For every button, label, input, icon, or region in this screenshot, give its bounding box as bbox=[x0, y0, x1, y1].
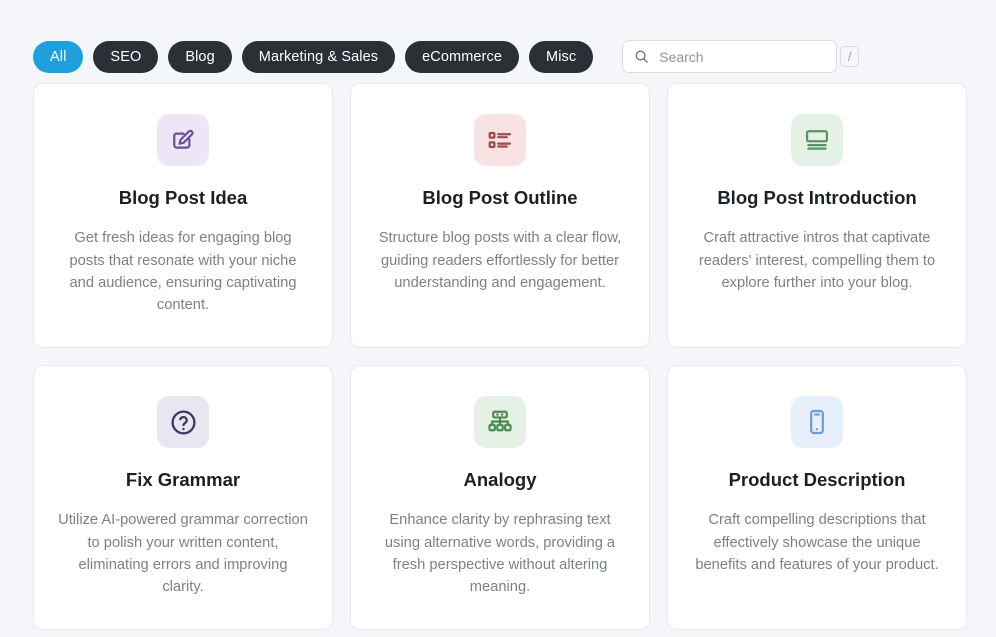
mobile-phone-icon bbox=[791, 396, 843, 448]
prompt-card-grid: Blog Post Idea Get fresh ideas for engagi… bbox=[0, 83, 996, 630]
prompt-card[interactable]: Blog Post Idea Get fresh ideas for engagi… bbox=[33, 83, 333, 348]
prompt-card-title: Product Description bbox=[728, 469, 906, 490]
filter-toolbar: All SEO Blog Marketing & Sales eCommerce Misc… bbox=[0, 0, 996, 83]
search-shortcut-badge: / bbox=[840, 46, 860, 67]
sitemap-icon bbox=[474, 396, 526, 448]
prompt-card-description: Structure blog posts with a clear flow, … bbox=[378, 230, 622, 291]
prompt-card-title: Blog Post Introduction bbox=[717, 187, 917, 208]
filter-pill-blog[interactable]: Blog bbox=[168, 40, 232, 73]
prompt-card[interactable]: Blog Post Introduction Craft attractive i… bbox=[667, 83, 967, 348]
prompt-card[interactable]: Analogy Enhance clarity by rephrasing tex… bbox=[350, 365, 650, 630]
prompt-card-description: Craft compelling descriptions that effec… bbox=[695, 512, 939, 573]
prompt-card-title: Blog Post Outline bbox=[422, 187, 578, 208]
filter-pill-ecommerce[interactable]: eCommerce bbox=[405, 40, 520, 73]
search-icon bbox=[634, 49, 649, 64]
prompt-library-page: All SEO Blog Marketing & Sales eCommerce Misc… bbox=[0, 0, 996, 637]
edit-square-icon bbox=[157, 114, 209, 166]
filter-pill-marketing-sales[interactable]: Marketing & Sales bbox=[241, 40, 396, 73]
search-input[interactable] bbox=[649, 48, 841, 65]
prompt-card-description: Utilize AI-powered grammar correction to… bbox=[58, 512, 308, 596]
prompt-card-description: Craft attractive intros that captivate r… bbox=[698, 230, 936, 291]
prompt-card-title: Blog Post Idea bbox=[118, 187, 248, 208]
prompt-card-title: Fix Grammar bbox=[125, 469, 241, 490]
prompt-card-title: Analogy bbox=[463, 469, 537, 490]
filter-pill-group: All SEO Blog Marketing & Sales eCommerce Misc bbox=[33, 40, 594, 73]
list-outline-icon bbox=[474, 114, 526, 166]
filter-pill-all[interactable]: All bbox=[33, 40, 84, 73]
prompt-card[interactable]: Fix Grammar Utilize AI-powered grammar co… bbox=[33, 365, 333, 630]
filter-pill-misc[interactable]: Misc bbox=[529, 40, 594, 73]
filter-pill-seo[interactable]: SEO bbox=[93, 40, 159, 73]
prompt-card[interactable]: Blog Post Outline Structure blog posts wi… bbox=[350, 83, 650, 348]
question-circle-icon bbox=[157, 396, 209, 448]
search-box[interactable]: / bbox=[622, 40, 860, 73]
prompt-card-description: Enhance clarity by rephrasing text using… bbox=[384, 512, 616, 596]
prompt-card-description: Get fresh ideas for engaging blog posts … bbox=[69, 230, 297, 314]
prompt-card[interactable]: Product Description Craft compelling desc… bbox=[667, 365, 967, 630]
article-icon bbox=[791, 114, 843, 166]
